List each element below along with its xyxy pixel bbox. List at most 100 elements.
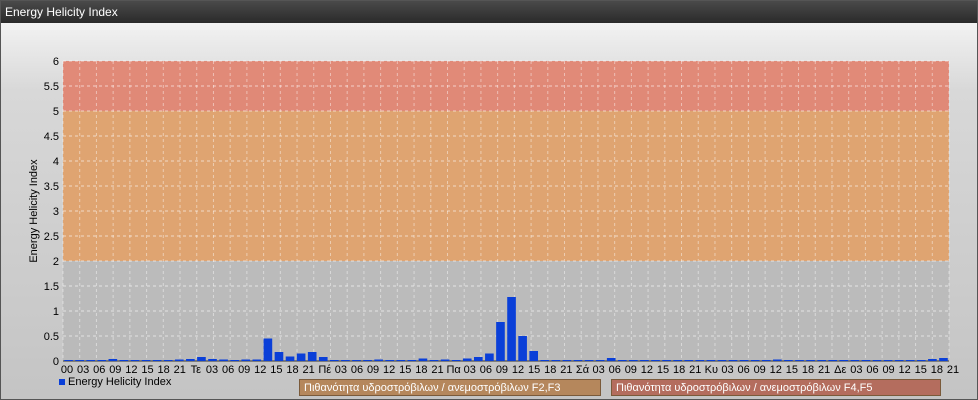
y-tick-label: 5	[53, 106, 59, 118]
x-tick-label: Τε	[191, 364, 202, 376]
band-label-f4-f5: Πιθανότητα υδροστρόβιλων / ανεμοστρόβιλω…	[611, 379, 941, 396]
x-tick-label: 06	[609, 364, 621, 376]
y-tick-label: 4.5	[44, 131, 59, 143]
x-tick-label: 12	[512, 364, 524, 376]
bar	[352, 360, 361, 361]
y-tick-label: 3	[53, 206, 59, 218]
bar	[418, 358, 428, 361]
x-tick-label: 06	[351, 364, 363, 376]
x-tick-label: 12	[641, 364, 653, 376]
x-tick-label: 06	[222, 364, 234, 376]
x-tick-label: 09	[625, 364, 637, 376]
y-tick-label: 4	[53, 156, 59, 168]
y-tick-label: 1	[53, 306, 59, 318]
bar	[817, 360, 826, 361]
bar	[97, 360, 107, 361]
x-tick-label: Πέ	[318, 364, 331, 376]
bar	[629, 360, 638, 361]
bar	[230, 360, 239, 361]
bar	[761, 360, 771, 361]
legend-label: Energy Helicity Index	[68, 376, 172, 388]
x-tick-label: 03	[77, 364, 89, 376]
bar	[706, 360, 716, 361]
bar	[285, 356, 295, 361]
x-tick-label: 15	[528, 364, 540, 376]
bar	[318, 357, 328, 361]
x-tick-label: 12	[254, 364, 266, 376]
ehi-chart: 0 0.5 1 1.5 2 2.5 3 3.5 4 4.5 5 5.5 6 Energy Helicity…	[28, 56, 959, 376]
x-tick-label: 03	[592, 364, 604, 376]
y-tick-label: 3.5	[44, 181, 59, 193]
bar	[374, 359, 383, 361]
bar	[186, 359, 195, 361]
bar	[219, 359, 228, 361]
bar	[839, 360, 849, 361]
bar	[573, 360, 583, 361]
bar	[130, 360, 140, 361]
x-tick-label: 12	[770, 364, 782, 376]
bar	[440, 359, 450, 361]
x-tick-label: 06	[737, 364, 749, 376]
x-tick-label: 09	[109, 364, 121, 376]
x-tick-label: 06	[866, 364, 878, 376]
x-tick-label: 06	[480, 364, 492, 376]
x-tick-label: 09	[496, 364, 508, 376]
legend-swatch	[59, 379, 65, 386]
legend-entry[interactable]: Energy Helicity Index	[59, 376, 171, 388]
bar	[640, 360, 649, 361]
bar	[795, 360, 804, 361]
x-tick-label: 18	[802, 364, 814, 376]
bar	[274, 352, 284, 361]
x-tick-label: 06	[93, 364, 105, 376]
bar	[496, 322, 505, 361]
x-tick-label: 09	[238, 364, 250, 376]
y-tick-label: 5.5	[44, 81, 59, 93]
bar	[606, 358, 616, 361]
bar	[540, 360, 550, 361]
x-tick-label: 21	[689, 364, 701, 376]
bar	[507, 297, 516, 361]
y-tick-label: 2.5	[44, 231, 59, 243]
bar	[750, 360, 760, 361]
x-tick-label: 12	[125, 364, 137, 376]
x-tick-label: 18	[931, 364, 943, 376]
bar	[363, 360, 372, 361]
x-tick-label: 00	[61, 364, 73, 376]
x-tick-label: Πα	[446, 364, 461, 376]
bar	[662, 360, 671, 361]
x-tick-label: 15	[141, 364, 153, 376]
bar	[684, 360, 694, 361]
bar	[485, 353, 494, 361]
bar	[739, 360, 749, 361]
bar	[241, 359, 251, 361]
bar	[296, 353, 306, 361]
bar	[64, 360, 73, 361]
x-tick-label: 21	[818, 364, 830, 376]
bar	[518, 336, 527, 361]
bar	[86, 360, 96, 361]
bar	[872, 360, 882, 361]
x-tick-label: 09	[754, 364, 766, 376]
x-tick-label: 03	[721, 364, 733, 376]
bar	[939, 358, 948, 361]
x-tick-label: 03	[464, 364, 476, 376]
bar	[341, 360, 350, 361]
y-tick-label: 0	[53, 356, 59, 368]
bar	[551, 360, 561, 361]
bar	[141, 360, 151, 361]
y-tick-label: 0.5	[44, 331, 59, 343]
x-tick-label: 21	[431, 364, 443, 376]
bar	[396, 360, 406, 361]
x-tick-label: 15	[270, 364, 282, 376]
y-tick-label: 1.5	[44, 281, 59, 293]
bar	[385, 360, 395, 361]
bar	[462, 358, 472, 361]
x-tick-label: 18	[158, 364, 170, 376]
y-tick-label: 2	[53, 256, 59, 268]
bar	[717, 360, 727, 361]
bar	[806, 360, 815, 361]
x-tick-label: 09	[367, 364, 379, 376]
bar	[695, 360, 705, 361]
bar	[651, 360, 660, 361]
bar	[252, 359, 262, 361]
